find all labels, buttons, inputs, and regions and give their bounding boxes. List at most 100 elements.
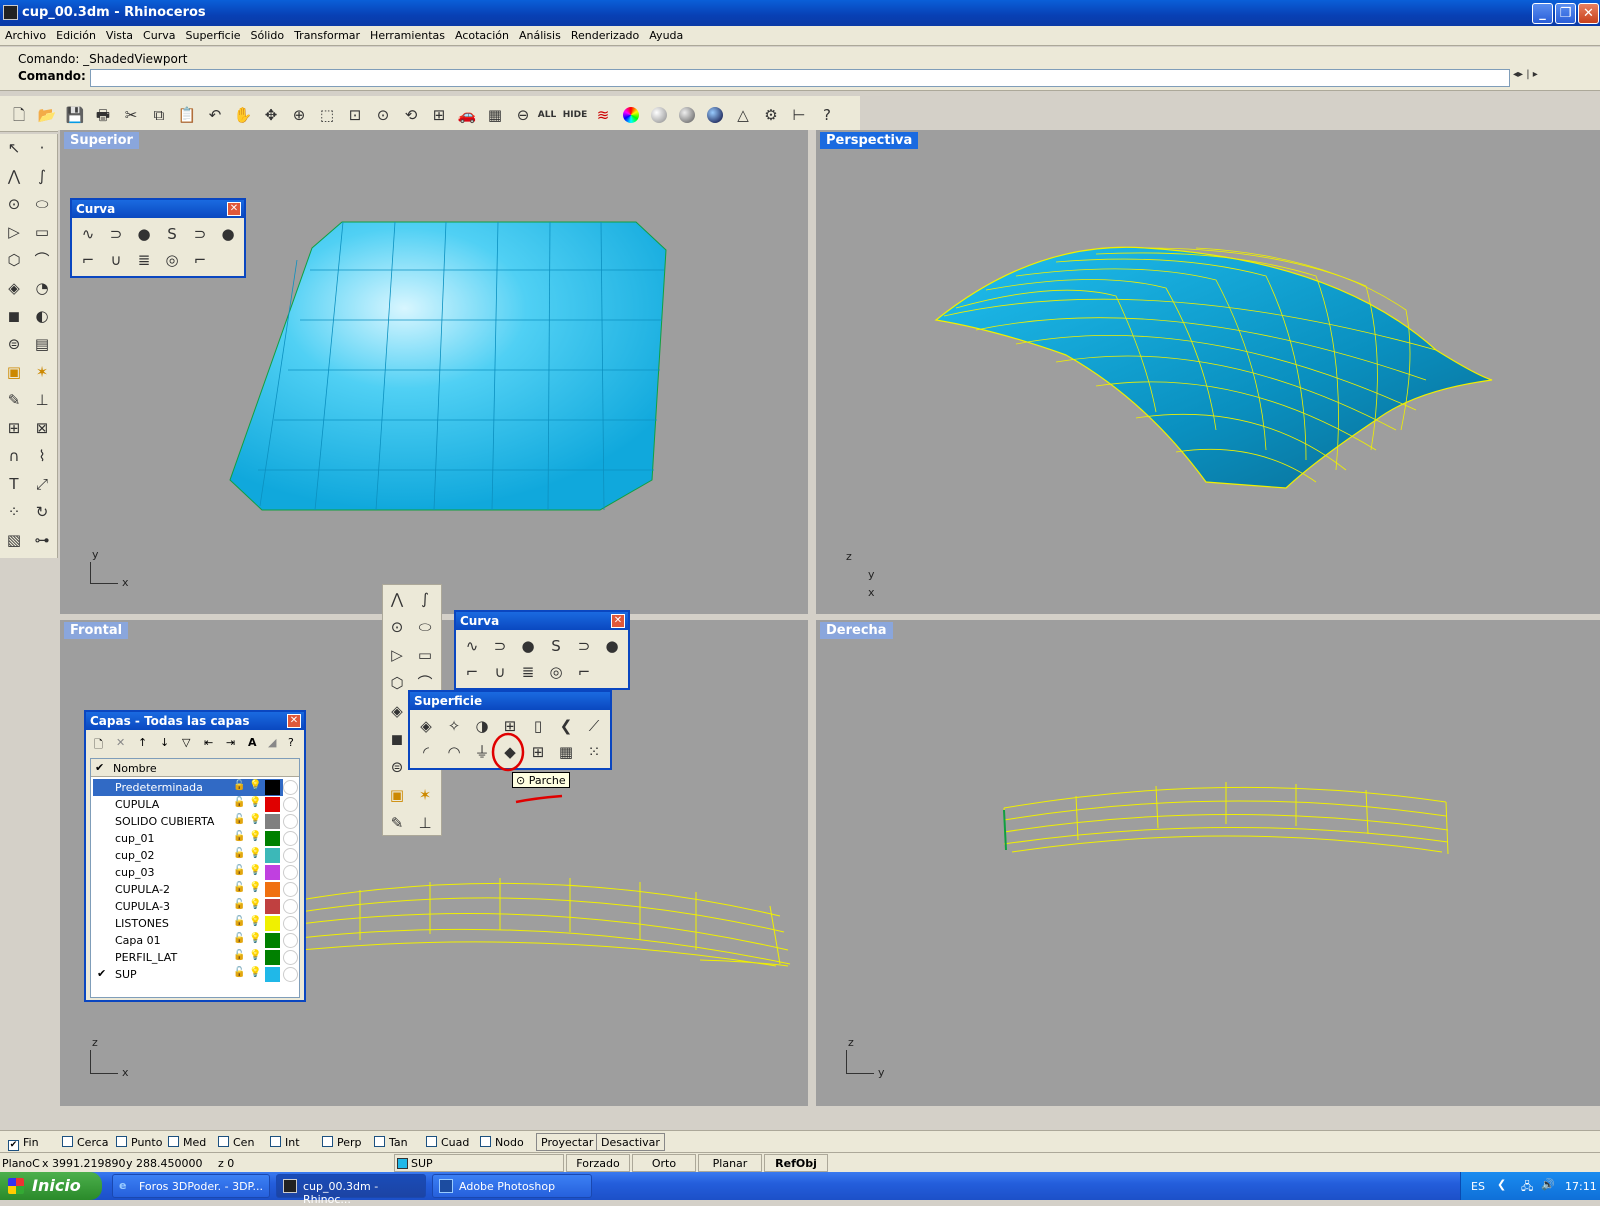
layer-row[interactable]: PERFIL_LAT 🔓 💡: [93, 949, 298, 966]
curve-through-points-icon[interactable]: ⊃: [572, 634, 596, 658]
osnap-perp[interactable]: Perp: [322, 1136, 362, 1149]
layer-row[interactable]: SOLIDO CUBIERTA 🔓 💡: [93, 813, 298, 830]
polygon-icon[interactable]: ⬡: [2, 248, 26, 272]
layer-material-icon[interactable]: [283, 933, 298, 948]
status-layer[interactable]: SUP: [394, 1154, 564, 1172]
project-button[interactable]: Proyectar: [536, 1133, 599, 1151]
ellipse-icon[interactable]: ⬭: [413, 615, 437, 639]
osnap-cuad[interactable]: Cuad: [426, 1136, 469, 1149]
menu-archivo[interactable]: Archivo: [0, 26, 51, 42]
rectangle-icon[interactable]: ▭: [30, 220, 54, 244]
zoom-icon[interactable]: ⊕: [288, 104, 310, 126]
conic-curve-icon[interactable]: ∪: [104, 248, 128, 272]
polyline-icon[interactable]: ⋀: [385, 587, 409, 611]
render-sphere-icon[interactable]: [676, 104, 698, 126]
revolve-icon[interactable]: ◔: [30, 276, 54, 300]
visibility-bulb-icon[interactable]: 💡: [249, 848, 261, 859]
layer-color-swatch[interactable]: [265, 950, 280, 965]
color-wheel-icon[interactable]: [620, 104, 642, 126]
menu-ayuda[interactable]: Ayuda: [644, 26, 688, 42]
status-osnap[interactable]: RefObj: [764, 1154, 828, 1172]
checkbox[interactable]: [168, 1136, 179, 1147]
new-file-icon[interactable]: 🗋: [8, 104, 30, 126]
current-layer-check-icon[interactable]: ✔: [97, 967, 106, 980]
spiral-icon[interactable]: ◎: [160, 248, 184, 272]
lock-icon[interactable]: 🔓: [233, 831, 245, 842]
control-point-curve-icon[interactable]: ∿: [76, 222, 100, 246]
layer-material-icon[interactable]: [283, 780, 298, 795]
s-curve-icon[interactable]: S: [544, 634, 568, 658]
layer-material-icon[interactable]: [283, 848, 298, 863]
car-render-icon[interactable]: 🚗: [456, 104, 478, 126]
osnap-cen[interactable]: Cen: [218, 1136, 254, 1149]
sketch-curve-icon[interactable]: ●: [516, 634, 540, 658]
mesh-icon[interactable]: ▤: [30, 332, 54, 356]
layer-color-swatch[interactable]: [265, 916, 280, 931]
spotlight-icon[interactable]: △: [732, 104, 754, 126]
close-icon[interactable]: ✕: [227, 202, 241, 216]
polyline-icon[interactable]: ⋀: [2, 164, 26, 188]
surface-corner-icon[interactable]: ◈: [385, 699, 409, 723]
command-input[interactable]: [90, 69, 1510, 87]
layer-material-icon[interactable]: [283, 814, 298, 829]
layer-material-icon[interactable]: [283, 831, 298, 846]
task-photoshop[interactable]: Adobe Photoshop: [432, 1174, 592, 1198]
split-icon[interactable]: ⊥: [30, 388, 54, 412]
visibility-bulb-icon[interactable]: 💡: [249, 814, 261, 825]
layer-row[interactable]: Capa 01 🔓 💡: [93, 932, 298, 949]
visibility-bulb-icon[interactable]: 💡: [249, 933, 261, 944]
polygon-icon[interactable]: ⬡: [385, 671, 409, 695]
split-icon[interactable]: ⊥: [413, 811, 437, 835]
osnap-tan[interactable]: Tan: [374, 1136, 408, 1149]
layer-material-icon[interactable]: [283, 882, 298, 897]
menu-vista[interactable]: Vista: [101, 26, 138, 42]
sketch-curve-icon[interactable]: ●: [132, 222, 156, 246]
point-grid-icon[interactable]: ⁙: [582, 740, 606, 764]
conic-curve-icon[interactable]: ∪: [488, 660, 512, 684]
lock-icon[interactable]: 🔓: [233, 933, 245, 944]
move-up-icon[interactable]: ↑: [138, 736, 147, 749]
cylinder-icon[interactable]: ⊜: [2, 332, 26, 356]
checkbox[interactable]: [218, 1136, 229, 1147]
box-icon[interactable]: ◼: [2, 304, 26, 328]
curve-icon[interactable]: ∫: [413, 587, 437, 611]
properties-icon[interactable]: ▦: [484, 104, 506, 126]
lock-icon[interactable]: 🔓: [233, 865, 245, 876]
network-icon[interactable]: 🖧: [1521, 1178, 1533, 1197]
interpolate-curve-icon[interactable]: ⊃: [488, 634, 512, 658]
layer-row[interactable]: LISTONES 🔓 💡: [93, 915, 298, 932]
minimize-button[interactable]: _: [1532, 3, 1553, 24]
four-viewports-icon[interactable]: ⊞: [428, 104, 450, 126]
visibility-bulb-icon[interactable]: 💡: [249, 967, 261, 978]
checkbox[interactable]: [374, 1136, 385, 1147]
move-icon[interactable]: ⤢: [30, 472, 54, 496]
control-points-icon[interactable]: ⊠: [30, 416, 54, 440]
layer-material-icon[interactable]: [283, 967, 298, 982]
curve-edit-icon[interactable]: ∩: [2, 444, 26, 468]
import-layer-icon[interactable]: ⇤: [204, 736, 213, 749]
delete-layer-icon[interactable]: ✕: [116, 736, 125, 749]
layer-row[interactable]: ✔ SUP 🔓 💡: [93, 966, 298, 983]
status-snap[interactable]: Forzado: [566, 1154, 630, 1172]
text-icon[interactable]: T: [2, 472, 26, 496]
layer-material-icon[interactable]: [283, 865, 298, 880]
undo-icon[interactable]: ↶: [204, 104, 226, 126]
lock-icon[interactable]: 🔓: [233, 848, 245, 859]
curve-from-mesh-icon[interactable]: ●: [216, 222, 240, 246]
layer-material-icon[interactable]: [283, 950, 298, 965]
sweep-icon[interactable]: ⟋: [582, 714, 606, 738]
circle-icon[interactable]: ⊙: [385, 615, 409, 639]
checkbox[interactable]: [62, 1136, 73, 1147]
point-edit-icon[interactable]: ⊞: [2, 416, 26, 440]
lock-icon[interactable]: 🔓: [233, 797, 245, 808]
layer-row[interactable]: CUPULA-2 🔓 💡: [93, 881, 298, 898]
start-button[interactable]: Inicio: [0, 1172, 102, 1200]
layer-color-swatch[interactable]: [265, 848, 280, 863]
array-icon[interactable]: ⁘: [2, 500, 26, 524]
lock-icon[interactable]: 🔓: [233, 899, 245, 910]
layer-color-swatch[interactable]: [265, 865, 280, 880]
box-icon[interactable]: ◼: [385, 727, 409, 751]
menu-acotacion[interactable]: Acotación: [450, 26, 514, 42]
material-sphere-icon[interactable]: [704, 104, 726, 126]
rotate-view-icon[interactable]: ✥: [260, 104, 282, 126]
